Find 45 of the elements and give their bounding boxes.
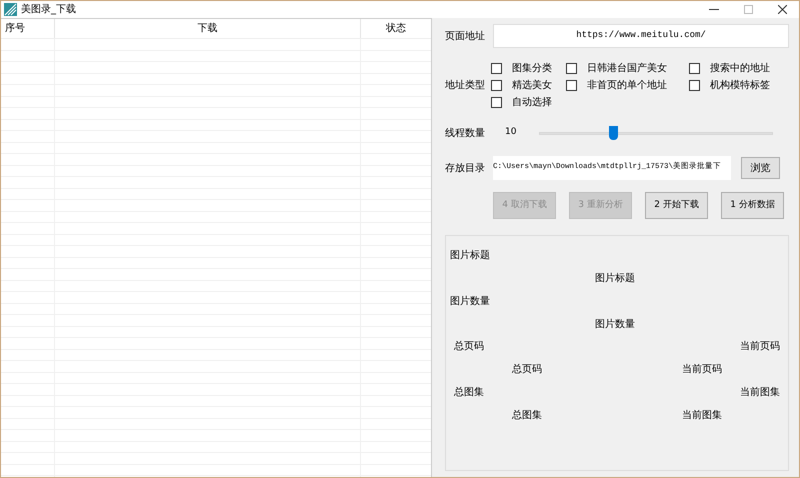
checkbox-label: 图集分类 — [512, 62, 552, 76]
info-value: 当前图集 — [682, 408, 722, 423]
checkbox[interactable] — [491, 63, 502, 74]
slider-thumb[interactable] — [608, 126, 618, 140]
checkbox[interactable] — [689, 63, 700, 74]
url-field[interactable]: https://www.meitulu.com/ — [493, 24, 789, 48]
action-button[interactable]: 2 开始下载 — [645, 192, 708, 219]
field-label: 地址类型 — [445, 78, 486, 93]
slider[interactable] — [539, 125, 773, 141]
checkbox-label: 机构模特标签 — [710, 78, 770, 93]
checkbox[interactable] — [566, 63, 577, 74]
field-label: 页面地址 — [445, 30, 486, 44]
info-value: 总页码 — [512, 362, 542, 377]
info-label: 图片标题 — [450, 248, 491, 263]
column-header[interactable]: 状态 — [361, 19, 431, 38]
column-header[interactable]: 序号 — [1, 19, 55, 38]
checkbox[interactable] — [689, 80, 700, 91]
info-label: 当前图集 — [740, 386, 780, 400]
checkbox[interactable] — [491, 97, 502, 108]
thread-count: 10 — [505, 126, 518, 140]
field-label: 存放目录 — [445, 162, 486, 176]
window-title: 美图录_下载 — [21, 2, 76, 17]
close-icon — [778, 5, 786, 14]
minimize-icon — [709, 9, 719, 10]
info-label: 总页码 — [454, 340, 484, 354]
field-label: 线程数量 — [445, 126, 486, 140]
info-label: 当前页码 — [740, 340, 780, 354]
info-label: 图片数量 — [450, 294, 490, 309]
checkbox[interactable] — [566, 80, 577, 91]
checkbox-label: 精选美女 — [512, 78, 552, 93]
maximize-icon — [744, 5, 752, 14]
checkbox[interactable] — [491, 80, 502, 91]
checkbox-label: 非首页的单个地址 — [587, 78, 667, 93]
checkbox-label: 搜索中的地址 — [710, 62, 770, 76]
action-button[interactable]: 1 分析数据 — [721, 192, 784, 219]
checkbox-label: 日韩港台国产美女 — [587, 62, 667, 76]
info-value: 图片标题 — [595, 272, 635, 286]
info-value: 当前页码 — [682, 362, 722, 377]
info-value: 图片数量 — [595, 318, 635, 332]
column-header[interactable]: 下载 — [55, 19, 361, 38]
info-value: 总图集 — [512, 408, 542, 423]
info-label: 总图集 — [454, 386, 484, 400]
checkbox-label: 自动选择 — [512, 96, 552, 110]
browse-button[interactable]: 浏览 — [741, 157, 780, 179]
app-icon — [4, 3, 17, 16]
